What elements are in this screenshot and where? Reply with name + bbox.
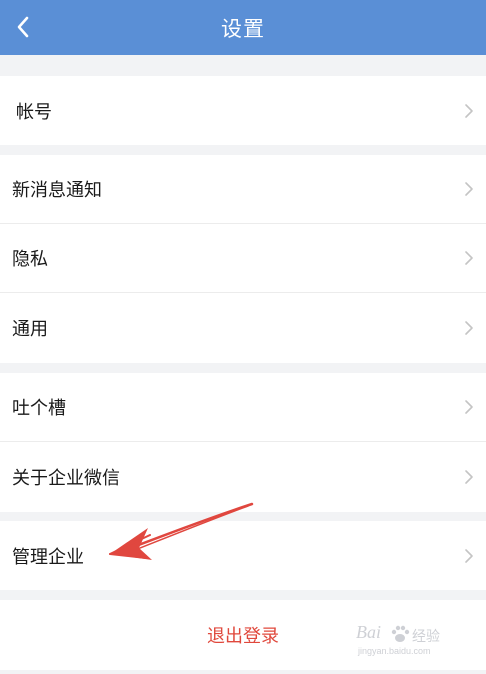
settings-row-about[interactable]: 关于企业微信 — [0, 442, 486, 511]
back-button[interactable] — [6, 10, 40, 44]
settings-screen: 设置 帐号 新消息通知 隐私 通用 吐个槽 关于企业微信 管理企业 退出登录 B… — [0, 0, 486, 674]
settings-row-label: 管理企业 — [12, 546, 84, 568]
settings-row-label: 关于企业微信 — [12, 467, 120, 489]
logout-label: 退出登录 — [207, 626, 279, 647]
settings-row-label: 帐号 — [16, 101, 52, 123]
navbar: 设置 — [0, 0, 486, 55]
settings-group-feedback: 吐个槽 关于企业微信 — [0, 373, 486, 512]
settings-row-general[interactable]: 通用 — [0, 293, 486, 362]
chevron-right-icon — [465, 548, 473, 563]
chevron-right-icon — [465, 182, 473, 196]
settings-row-privacy[interactable]: 隐私 — [0, 224, 486, 293]
watermark-brand: Bai — [356, 622, 381, 642]
settings-row-account[interactable]: 帐号 — [0, 76, 486, 145]
watermark: Bai 经验 jingyan.baidu.com — [356, 620, 456, 660]
settings-row-label: 隐私 — [12, 249, 48, 270]
settings-group-preferences: 新消息通知 隐私 通用 — [0, 155, 486, 363]
paw-icon — [391, 625, 410, 642]
chevron-right-icon — [465, 320, 473, 335]
settings-row-label: 吐个槽 — [12, 398, 66, 419]
settings-group-manage: 管理企业 — [0, 521, 486, 590]
watermark-brand-suffix: 经验 — [412, 629, 440, 645]
chevron-right-icon — [465, 400, 473, 414]
settings-row-feedback[interactable]: 吐个槽 — [0, 373, 486, 442]
settings-group-account: 帐号 — [0, 76, 486, 145]
chevron-right-icon — [465, 103, 473, 118]
settings-row-label: 通用 — [12, 318, 48, 340]
settings-row-label: 新消息通知 — [12, 180, 102, 201]
chevron-right-icon — [465, 469, 473, 484]
settings-row-notifications[interactable]: 新消息通知 — [0, 155, 486, 224]
chevron-right-icon — [465, 251, 473, 265]
page-title: 设置 — [221, 16, 265, 41]
settings-row-manage-enterprise[interactable]: 管理企业 — [0, 521, 486, 590]
watermark-url: jingyan.baidu.com — [358, 646, 431, 656]
chevron-left-icon — [17, 16, 29, 38]
